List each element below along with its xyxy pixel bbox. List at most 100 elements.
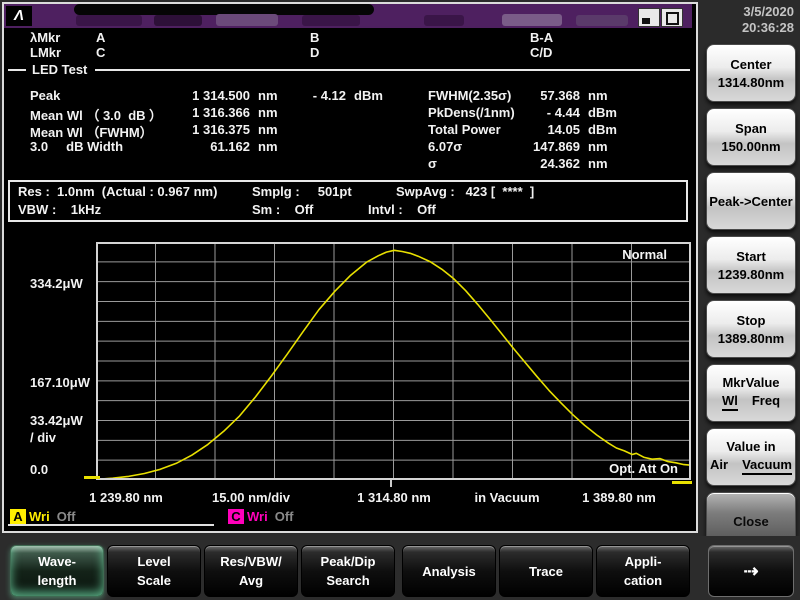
softkey-label: Center bbox=[730, 56, 772, 72]
marker-b-a: B-A bbox=[530, 30, 554, 45]
softkey-value: 1314.80nm bbox=[717, 74, 785, 90]
softkey-label: Start bbox=[736, 248, 766, 264]
center-button[interactable]: Center 1314.80nm bbox=[706, 44, 796, 102]
trace-baseline-dash bbox=[672, 481, 692, 484]
trace-baseline-dash bbox=[84, 476, 100, 479]
softkey-label: Value in bbox=[726, 439, 776, 454]
value-in-button[interactable]: Value in Air Vacuum bbox=[706, 428, 796, 486]
time-label: 20:36:28 bbox=[741, 20, 794, 35]
brand-logo-icon: Λ bbox=[6, 6, 32, 26]
meas-unit: nm bbox=[588, 139, 608, 154]
span-button[interactable]: Span 150.00nm bbox=[706, 108, 796, 166]
trace-c-legend[interactable]: C Wri Off bbox=[228, 508, 294, 524]
res-setting: Res : 1.0nm (Actual : 0.967 nm) bbox=[18, 184, 218, 199]
vbw-setting: VBW : 1kHz bbox=[18, 202, 102, 217]
sweep-avg-setting: SwpAvg : 423 [ **** ] bbox=[396, 184, 535, 199]
spectrum-display[interactable]: Normal Opt. Att On bbox=[95, 242, 692, 481]
tab-level-scale[interactable]: Level Scale bbox=[107, 545, 201, 597]
x-axis-stop-label: 1 389.80 nm bbox=[582, 490, 656, 505]
marker-d: D bbox=[310, 45, 320, 60]
tab-label: Wave- bbox=[38, 554, 76, 569]
titlebar-redacted-text bbox=[154, 15, 202, 26]
softkey-value: 1389.80nm bbox=[717, 330, 785, 346]
tab-label: Trace bbox=[529, 563, 563, 579]
tab-wavelength[interactable]: Wave- length bbox=[10, 545, 104, 597]
x-axis-center-label: 1 314.80 nm bbox=[357, 490, 431, 505]
measurement-row: FWHM(2.35σ) 57.368 nm bbox=[4, 88, 692, 104]
maximize-button[interactable] bbox=[661, 8, 683, 27]
x-axis-start-label: 1 239.80 nm bbox=[89, 490, 163, 505]
divider bbox=[95, 68, 690, 71]
value-in-vacuum-option[interactable]: Vacuum bbox=[742, 457, 792, 475]
tab-label: Level bbox=[137, 554, 171, 569]
tab-more-arrow[interactable]: ⇢ bbox=[708, 545, 794, 597]
tab-label: cation bbox=[623, 573, 663, 588]
trace-mode-label: Normal bbox=[622, 247, 667, 262]
meas-unit: nm bbox=[588, 156, 608, 171]
marker-row-label: LMkr bbox=[30, 45, 62, 60]
titlebar-redacted-text bbox=[502, 14, 562, 26]
section-title: LED Test bbox=[32, 62, 88, 77]
mkr-value-button[interactable]: MkrValue Wl Freq bbox=[706, 364, 796, 422]
stop-button[interactable]: Stop 1389.80nm bbox=[706, 300, 796, 358]
mkr-value-freq-option[interactable]: Freq bbox=[752, 393, 780, 411]
start-button[interactable]: Start 1239.80nm bbox=[706, 236, 796, 294]
trace-a-legend[interactable]: A Wri Off bbox=[10, 508, 76, 524]
mkr-value-wl-option[interactable]: Wl bbox=[721, 393, 738, 411]
tab-label: Analysis bbox=[422, 563, 476, 579]
window-titlebar[interactable]: Λ bbox=[4, 4, 692, 28]
y-axis-scale-per-div: / div bbox=[30, 430, 57, 445]
marker-b: B bbox=[310, 30, 320, 45]
peak-to-center-button[interactable]: Peak->Center bbox=[706, 172, 796, 230]
softkey-value: 150.00nm bbox=[721, 138, 781, 154]
analyzer-window: Λ λMkr A B B-A LMkr C D C/D LED Test Pea… bbox=[2, 2, 698, 533]
osa-screen: Λ λMkr A B B-A LMkr C D C/D LED Test Pea… bbox=[0, 0, 800, 600]
marker-row-level: LMkr C D C/D bbox=[4, 45, 692, 61]
measurement-row: σ 24.362 nm bbox=[4, 156, 692, 172]
meas-value: 147.869 bbox=[533, 139, 580, 154]
x-axis-medium-label: in Vacuum bbox=[474, 490, 540, 505]
meas-value: 14.05 bbox=[547, 122, 580, 137]
y-axis-label-top: 334.2μW bbox=[30, 276, 83, 291]
marker-c: C bbox=[96, 45, 106, 60]
meas-label: 6.07σ bbox=[428, 139, 463, 154]
trace-c-status: Off bbox=[274, 508, 294, 524]
softkey-label: Span bbox=[735, 120, 767, 136]
value-in-air-option[interactable]: Air bbox=[710, 457, 728, 475]
softkey-label: MkrValue bbox=[722, 375, 780, 390]
softkey-value: 1239.80nm bbox=[717, 266, 785, 282]
smooth-setting: Sm : Off bbox=[252, 202, 314, 217]
marker-c-d: C/D bbox=[530, 45, 553, 60]
section-header: LED Test bbox=[8, 62, 690, 77]
meas-unit: dBm bbox=[588, 105, 617, 120]
spectrum-plot-svg bbox=[95, 242, 692, 481]
measurement-row: PkDens(/1nm) - 4.44 dBm bbox=[4, 105, 692, 121]
opt-att-status: Opt. Att On bbox=[609, 461, 678, 476]
meas-value: - 4.44 bbox=[546, 105, 580, 120]
tab-trace[interactable]: Trace bbox=[499, 545, 593, 597]
meas-value: 57.368 bbox=[540, 88, 580, 103]
x-axis-per-div-label: 15.00 nm/div bbox=[211, 490, 291, 505]
divider bbox=[8, 68, 26, 71]
tab-analysis[interactable]: Analysis bbox=[402, 545, 496, 597]
tab-peak-dip-search[interactable]: Peak/Dip Search bbox=[301, 545, 395, 597]
marker-row-wavelength: λMkr A B B-A bbox=[4, 30, 692, 46]
function-menu-bar: Wave- length Level Scale Res/VBW/ Avg Pe… bbox=[0, 536, 800, 600]
trace-a-state: Wri bbox=[29, 508, 50, 524]
titlebar-redacted-text bbox=[216, 14, 278, 26]
interval-setting: Intvl : Off bbox=[368, 202, 436, 217]
titlebar-redacted-text bbox=[576, 15, 628, 26]
center-tick-mark bbox=[390, 480, 392, 487]
y-axis-scale-per-div: 33.42μW bbox=[30, 413, 83, 428]
minimize-icon bbox=[642, 18, 650, 24]
tab-label: length bbox=[37, 573, 77, 588]
trace-a-badge: A bbox=[10, 508, 26, 524]
tab-application[interactable]: Appli- cation bbox=[596, 545, 690, 597]
date-label: 3/5/2020 bbox=[743, 4, 794, 19]
tab-res-vbw-avg[interactable]: Res/VBW/ Avg bbox=[204, 545, 298, 597]
minimize-button[interactable] bbox=[638, 8, 660, 27]
maximize-icon bbox=[666, 12, 679, 25]
y-axis-label-mid: 167.10μW bbox=[30, 375, 90, 390]
trace-c-badge: C bbox=[228, 508, 244, 524]
measurement-row: Total Power 14.05 dBm bbox=[4, 122, 692, 138]
